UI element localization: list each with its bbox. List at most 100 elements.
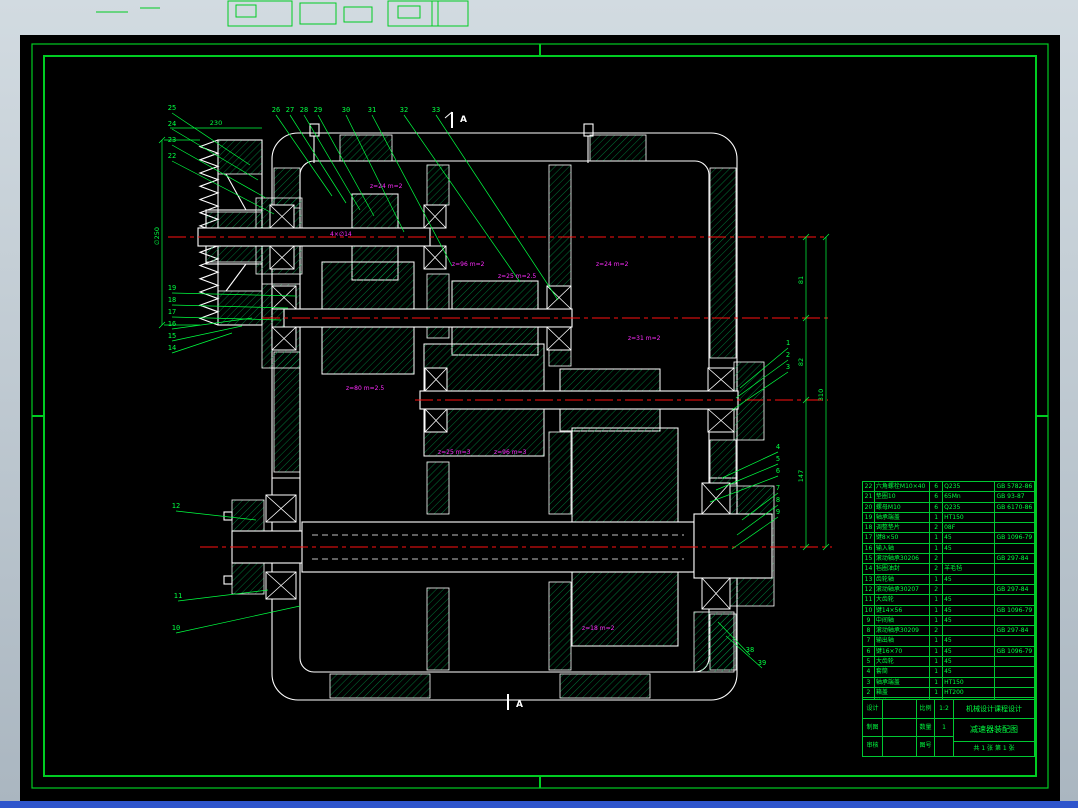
part-callout: 7	[776, 484, 780, 492]
bom-cell: 19	[863, 512, 875, 523]
bom-cell	[995, 544, 1034, 553]
bom-cell: 3	[863, 677, 875, 687]
gear-annotation: z=24 m=2	[596, 261, 629, 268]
part-callout: 10	[172, 624, 180, 632]
bom-cell: 21	[863, 492, 875, 502]
part-callout: 24	[168, 120, 176, 128]
bom-cell: 6	[930, 482, 944, 492]
bom-cell: 45	[943, 574, 996, 584]
bom-cell: 20	[863, 502, 875, 512]
bom-cell: 2	[863, 687, 875, 698]
bom-cell: 1	[930, 657, 944, 667]
title-block-cell: 比例	[917, 700, 935, 718]
section-label-bottom: A	[516, 700, 523, 710]
bom-cell: 毡圈油封	[875, 564, 931, 574]
bottom-window-edge	[0, 801, 1078, 808]
part-callout: 16	[168, 320, 176, 328]
bom-cell: 08F	[943, 523, 996, 533]
bom-row: 13 齿轮轴 1 45	[863, 573, 1034, 584]
part-callout: 15	[168, 332, 176, 340]
part-callout: 25	[168, 104, 176, 112]
bom-row: 5 大齿轮 1 45	[863, 656, 1034, 667]
part-callout: 19	[168, 284, 176, 292]
bom-cell: 45	[943, 667, 996, 677]
part-callout: 3	[786, 363, 790, 371]
dimension-label: ∅250	[153, 227, 161, 245]
drawing-title: 减速器装配图	[954, 719, 1034, 742]
bom-cell: 套筒	[875, 667, 931, 677]
bom-row: 14 毡圈油封 2 羊毛毡	[863, 563, 1034, 574]
bom-cell: 1	[930, 615, 944, 626]
bom-cell	[995, 688, 1034, 697]
part-callout: 11	[174, 592, 182, 600]
bom-row: 4 套筒 1 45	[863, 666, 1034, 677]
gear-annotation: z=96 m=2	[452, 261, 485, 268]
title-block-cell: 设计	[863, 700, 883, 718]
title-block-grid-row: 制图 数量 1	[863, 718, 953, 738]
bom-cell: 中间轴	[875, 615, 931, 626]
part-callout: 26	[272, 106, 280, 114]
bom-row: 6 键16×70 1 45 GB 1096-79	[863, 645, 1034, 657]
bom-cell: GB 1096-79	[996, 647, 1033, 655]
title-block: 设计 比例 1:2 制图 数量 1 审核 图号 机械设计课程设计 减速器装配图 共 1 张 第…	[862, 699, 1035, 757]
part-callout: 1	[786, 339, 790, 347]
dimension-label: 81	[797, 276, 805, 284]
gear-annotation: z=80 m=2.5	[346, 385, 384, 392]
part-callout: 28	[300, 106, 308, 114]
bom-row: 15 滚动轴承30206 2 GB 297-84	[863, 553, 1034, 564]
bom-cell: 15	[863, 554, 875, 564]
bom-cell: 18	[863, 523, 875, 533]
part-callout: 12	[172, 502, 180, 510]
bom-row: 12 滚动轴承30207 2 GB 297-84	[863, 583, 1034, 595]
part-callout: 14	[168, 344, 176, 352]
title-block-cell: 图号	[917, 737, 935, 756]
title-block-grid-row: 审核 图号	[863, 737, 953, 756]
parts-list-rows: 22 六角螺栓M10×40 6 Q235 GB 5782-86 21 垫圈10 6 65Mn GB…	[863, 482, 1034, 708]
bom-cell: 输入轴	[875, 543, 931, 554]
gear-annotation: 4×∅14	[330, 231, 352, 238]
dimension-label: 230	[210, 119, 222, 127]
bom-cell: 轴承端盖	[875, 677, 931, 687]
bom-cell: 螺母M10	[875, 502, 931, 512]
bom-cell: 齿轮轴	[875, 574, 931, 584]
bom-cell: GB 297-84	[996, 627, 1029, 635]
part-callout: 32	[400, 106, 408, 114]
bom-cell: 45	[943, 646, 996, 657]
bom-cell: 输出轴	[875, 636, 931, 646]
bom-row: 18 调整垫片 2 08F	[863, 522, 1034, 533]
part-callout: 9	[776, 508, 780, 516]
bom-cell: 45	[943, 615, 996, 626]
bom-cell: 45	[943, 657, 996, 667]
top-edge-fragments	[96, 0, 469, 27]
bom-cell	[995, 616, 1034, 625]
bom-cell: 45	[943, 543, 996, 554]
bom-cell: 65Mn	[943, 492, 996, 502]
part-callout: 38	[746, 646, 754, 654]
output-shaft-right-end	[693, 513, 773, 579]
bom-cell: 9	[863, 615, 875, 626]
bom-cell: 45	[943, 533, 996, 543]
bom-cell: 45	[943, 595, 996, 605]
bom-cell	[995, 523, 1034, 532]
gear-annotation: z=96 m=3	[494, 449, 527, 456]
bom-cell: 1	[930, 595, 944, 605]
title-block-cell	[935, 737, 953, 756]
part-callout: 4	[776, 443, 780, 451]
dimension-label: 310	[817, 389, 825, 401]
bom-cell: 4	[863, 667, 875, 677]
part-callout: 17	[168, 308, 176, 316]
bom-cell: 10	[863, 605, 875, 615]
bom-cell: 1	[930, 533, 944, 543]
bom-cell: GB 1096-79	[996, 534, 1033, 542]
part-callout: 5	[776, 455, 780, 463]
bom-cell: 45	[943, 636, 996, 646]
bom-cell: 滚动轴承30207	[875, 584, 931, 595]
bom-cell: 2	[930, 523, 944, 533]
bom-cell	[943, 626, 996, 636]
part-callout: 2	[786, 351, 790, 359]
bom-row: 11 大齿轮 1 45	[863, 594, 1034, 605]
bom-cell: HT150	[943, 512, 996, 523]
bom-cell: GB 297-84	[996, 555, 1029, 563]
bom-cell: 7	[863, 636, 875, 646]
bom-cell: 大齿轮	[875, 595, 931, 605]
